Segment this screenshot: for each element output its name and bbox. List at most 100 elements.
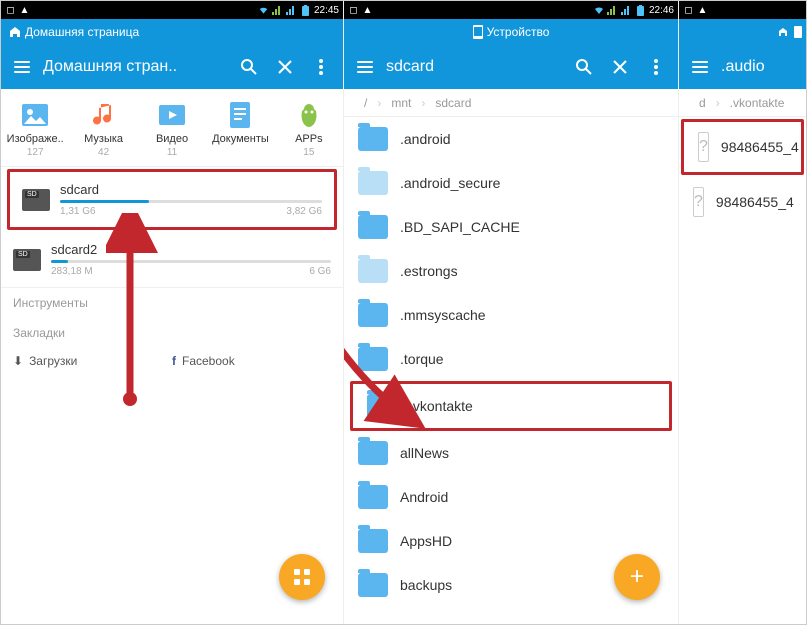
folder-item[interactable]: .android_secure [344, 161, 678, 205]
folder-item[interactable]: .estrongs [344, 249, 678, 293]
folder-icon [358, 303, 388, 327]
folder-name: .mmsyscache [400, 307, 486, 323]
storage-used: 283,18 M [51, 266, 93, 277]
file-name: 98486455_4 [716, 194, 794, 210]
signal-icon-2 [621, 5, 632, 16]
breadcrumb-item[interactable]: mnt [379, 96, 423, 110]
folder-item[interactable]: .mmsyscache [344, 293, 678, 337]
breadcrumb: / mnt sdcard [344, 89, 678, 117]
battery-icon [300, 5, 311, 16]
bookmark-downloads[interactable]: ⬇ Загрузки [13, 354, 172, 368]
folder-name: allNews [400, 445, 449, 461]
breadcrumb-item[interactable]: / [352, 96, 379, 110]
category-music[interactable]: Музыка 42 [69, 101, 137, 158]
storage-total: 3,82 G6 [286, 206, 322, 217]
device-icon [794, 26, 802, 38]
section-tools: Инструменты [1, 288, 343, 318]
storage-sdcard2[interactable]: sdcard2 283,18 M 6 G6 [1, 232, 343, 288]
notif-icon: ◻ [348, 5, 359, 16]
header-title: sdcard [380, 58, 568, 76]
breadcrumb-item[interactable]: .vkontakte [718, 96, 797, 110]
folder-icon [358, 215, 388, 239]
status-bar: ◻ ▲ [679, 1, 806, 19]
video-icon [158, 101, 186, 129]
folder-item[interactable]: .BD_SAPI_CACHE [344, 205, 678, 249]
folder-name: .BD_SAPI_CACHE [400, 219, 520, 235]
notif-icon: ◻ [5, 5, 16, 16]
bookmark-facebook[interactable]: f Facebook [172, 354, 331, 368]
menu-button[interactable] [685, 52, 715, 82]
folder-name: AppsHD [400, 533, 452, 549]
folder-icon [358, 171, 388, 195]
storage-sdcard[interactable]: sdcard 1,31 G6 3,82 G6 [7, 169, 337, 230]
file-list: ?98486455_4?98486455_4 [679, 119, 806, 227]
panel-home: ◻ ▲ 22:45 [1, 1, 344, 624]
image-icon [21, 101, 49, 129]
storage-total: 6 G6 [309, 266, 331, 277]
warning-icon: ▲ [697, 5, 708, 16]
menu-button[interactable] [7, 52, 37, 82]
file-unknown-icon: ? [698, 132, 709, 162]
folder-name: .android [400, 131, 451, 147]
close-button[interactable] [269, 51, 301, 83]
tab-title[interactable]: Домашняя страница [25, 25, 139, 39]
category-docs[interactable]: Документы [206, 101, 274, 158]
storage-name: sdcard [60, 182, 322, 197]
app-header: .audio [679, 45, 806, 89]
category-row: Изображе.. 127 Музыка 42 Видео 11 Докуме… [1, 89, 343, 167]
fab-add[interactable]: + [614, 554, 660, 600]
category-apps[interactable]: APPs 15 [275, 101, 343, 158]
more-button[interactable] [640, 51, 672, 83]
apps-icon [295, 101, 323, 129]
search-button[interactable] [233, 51, 265, 83]
folder-name: .vkontakte [409, 398, 473, 414]
wifi-icon [593, 5, 604, 16]
search-button[interactable] [568, 51, 600, 83]
folder-item[interactable]: .vkontakte [350, 381, 672, 431]
storage-bar [60, 200, 322, 203]
folder-icon [358, 347, 388, 371]
section-bookmarks: Закладки [1, 318, 343, 348]
file-item[interactable]: ?98486455_4 [679, 177, 806, 227]
folder-item[interactable]: Android [344, 475, 678, 519]
breadcrumb: d .vkontakte [679, 89, 806, 117]
close-button[interactable] [604, 51, 636, 83]
header-title: .audio [715, 58, 800, 76]
breadcrumb-item[interactable]: sdcard [423, 96, 483, 110]
fab-menu[interactable] [279, 554, 325, 600]
category-images[interactable]: Изображе.. 127 [1, 101, 69, 158]
document-icon [226, 101, 254, 129]
warning-icon: ▲ [19, 5, 30, 16]
menu-button[interactable] [350, 52, 380, 82]
folder-icon [367, 394, 397, 418]
signal-icon-2 [286, 5, 297, 16]
wifi-icon [258, 5, 269, 16]
home-icon [9, 26, 21, 38]
app-header: sdcard [344, 45, 678, 89]
battery-icon [635, 5, 646, 16]
tab-row [679, 19, 806, 45]
warning-icon: ▲ [362, 5, 373, 16]
folder-name: .estrongs [400, 263, 458, 279]
folder-item[interactable]: .android [344, 117, 678, 161]
folder-item[interactable]: allNews [344, 431, 678, 475]
storage-bar [51, 260, 331, 263]
folder-name: .android_secure [400, 175, 500, 191]
signal-icon [272, 5, 283, 16]
sdcard-icon [13, 249, 41, 271]
folder-item[interactable]: .torque [344, 337, 678, 381]
folder-name: backups [400, 577, 452, 593]
tab-row: Домашняя страница [1, 19, 343, 45]
file-name: 98486455_4 [721, 139, 799, 155]
more-button[interactable] [305, 51, 337, 83]
folder-icon [358, 441, 388, 465]
tab-title[interactable]: Устройство [487, 25, 550, 39]
breadcrumb-item[interactable]: d [687, 96, 718, 110]
sdcard-icon [22, 189, 50, 211]
download-icon: ⬇ [13, 354, 23, 368]
file-item[interactable]: ? 98486455_4 [681, 119, 804, 175]
folder-icon [358, 485, 388, 509]
device-icon [473, 25, 483, 39]
category-video[interactable]: Видео 11 [138, 101, 206, 158]
home-icon [778, 27, 788, 37]
